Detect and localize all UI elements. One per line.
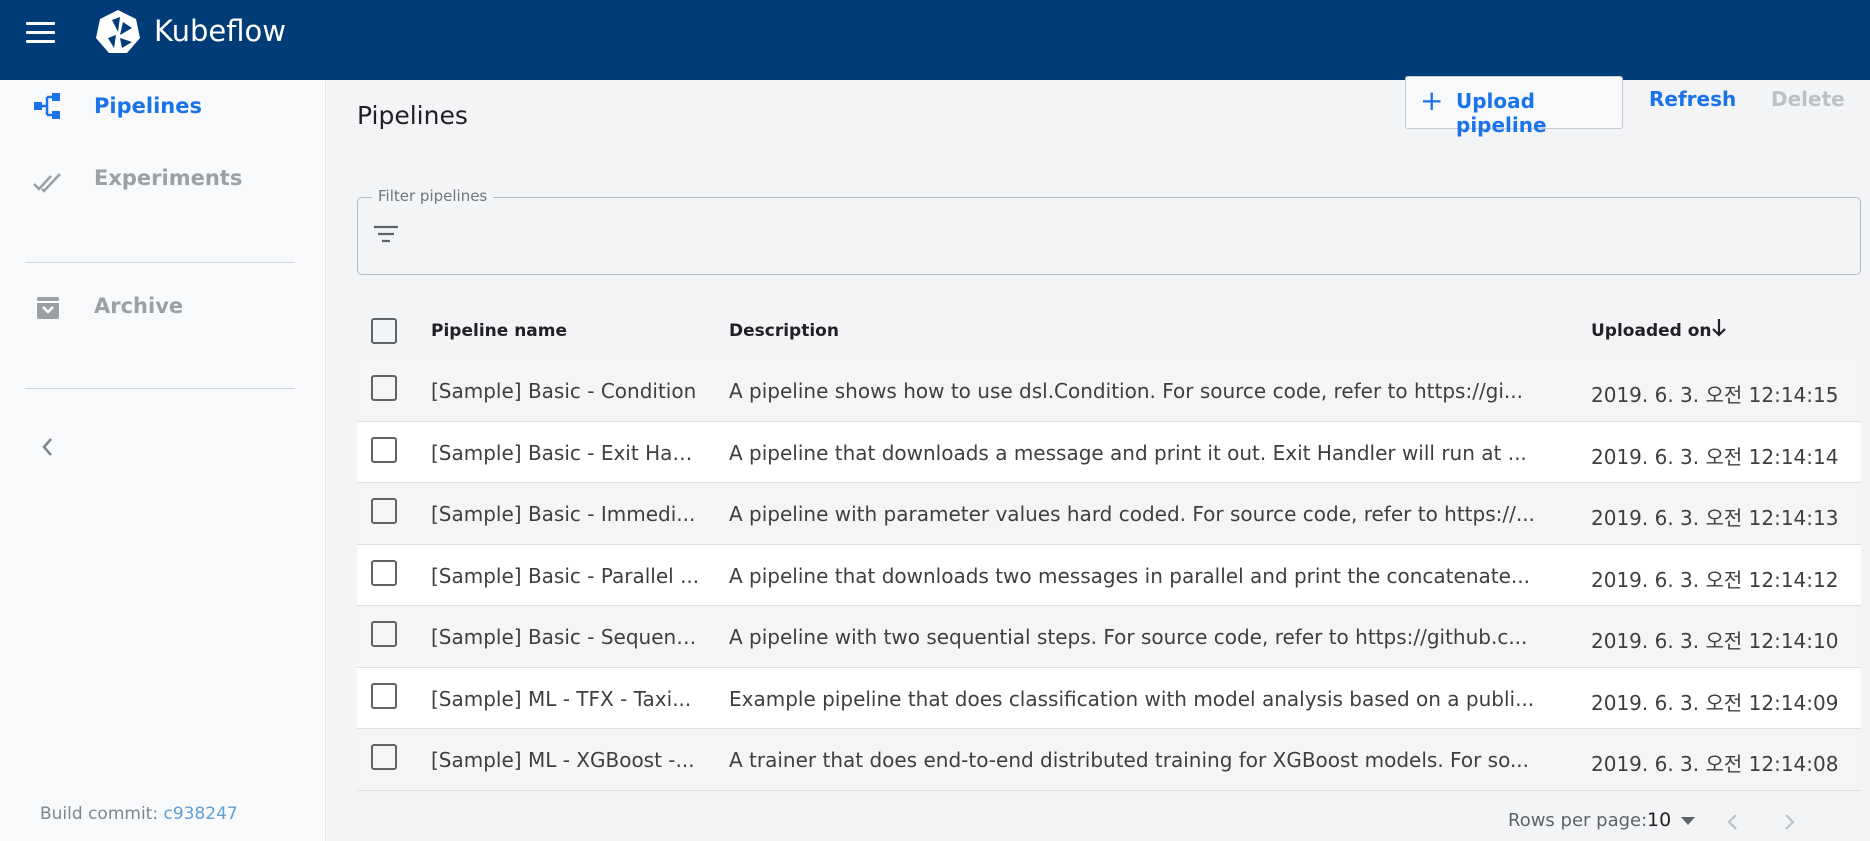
build-commit-link[interactable]: c938247 xyxy=(163,804,237,824)
description-cell: A pipeline with parameter values hard co… xyxy=(729,502,1535,526)
pipeline-name-cell[interactable]: [Sample] Basic - Condition xyxy=(431,379,703,403)
filter-pipelines-field[interactable]: Filter pipelines xyxy=(357,187,1861,275)
pipeline-name-cell[interactable]: [Sample] Basic - Exit Han... xyxy=(431,441,703,465)
pipeline-name-cell[interactable]: [Sample] ML - XGBoost -... xyxy=(431,748,703,772)
pipelines-table: Pipeline name Description Uploaded on [S… xyxy=(357,298,1861,791)
pipeline-name-cell[interactable]: [Sample] Basic - Parallel ... xyxy=(431,564,703,588)
description-cell: A pipeline that downloads two messages i… xyxy=(729,563,1530,588)
row-checkbox[interactable] xyxy=(371,559,397,586)
next-page-icon[interactable] xyxy=(1778,811,1800,833)
filter-icon xyxy=(374,225,398,243)
pagination: Rows per page: 10 xyxy=(1508,807,1868,837)
row-checkbox[interactable] xyxy=(371,621,397,647)
upload-pipeline-button[interactable]: + Upload pipeline xyxy=(1405,76,1623,137)
table-row[interactable]: [Sample] Basic - Sequent... A pipeline wi… xyxy=(357,606,1861,668)
sidebar-divider xyxy=(25,388,295,389)
experiments-icon xyxy=(33,173,61,193)
table-row[interactable]: [Sample] ML - TFX - Taxi... Example pipel… xyxy=(357,667,1861,729)
sidebar-item-experiments[interactable]: Experiments xyxy=(0,162,326,232)
uploaded-on-cell: 2019. 6. 3. 오전 12:14:14 xyxy=(1591,444,1839,469)
description-cell: A pipeline shows how to use dsl.Conditio… xyxy=(729,379,1524,403)
column-header-name[interactable]: Pipeline name xyxy=(431,321,567,341)
uploaded-on-cell: 2019. 6. 3. 오전 12:14:12 xyxy=(1591,567,1839,592)
sidebar-divider xyxy=(25,262,295,263)
uploaded-on-cell: 2019. 6. 3. 오전 12:14:09 xyxy=(1591,690,1839,715)
table-header: Pipeline name Description Uploaded on xyxy=(357,298,1861,360)
table-row[interactable]: [Sample] Basic - Exit Han... A pipeline t… xyxy=(357,421,1861,483)
row-checkbox[interactable] xyxy=(371,498,397,524)
menu-icon[interactable] xyxy=(26,22,56,46)
plus-icon: + xyxy=(1420,84,1444,117)
previous-page-icon[interactable] xyxy=(1722,811,1744,833)
archive-icon xyxy=(37,297,59,319)
kubeflow-logo-icon xyxy=(96,10,140,53)
rows-per-page-select[interactable]: 10 xyxy=(1647,809,1671,831)
uploaded-on-cell: 2019. 6. 3. 오전 12:14:10 xyxy=(1591,629,1839,653)
sidebar-item-label: Pipelines xyxy=(94,94,202,118)
row-checkbox[interactable] xyxy=(371,682,397,709)
table-row[interactable]: [Sample] Basic - Immedi... A pipeline wit… xyxy=(357,483,1861,545)
filter-label: Filter pipelines xyxy=(372,187,494,205)
row-checkbox[interactable] xyxy=(371,744,397,770)
filter-input[interactable] xyxy=(414,216,1814,252)
app-title[interactable]: Kubeflow xyxy=(154,14,286,48)
column-header-uploaded[interactable]: Uploaded on xyxy=(1591,321,1712,341)
top-app-bar: Kubeflow xyxy=(0,0,1870,80)
column-header-description[interactable]: Description xyxy=(729,321,839,341)
description-cell: A trainer that does end-to-end distribut… xyxy=(729,748,1530,772)
description-cell: Example pipeline that does classificatio… xyxy=(729,686,1535,711)
table-body: [Sample] Basic - Condition A pipeline sho… xyxy=(357,360,1861,791)
pipeline-name-cell[interactable]: [Sample] Basic - Sequent... xyxy=(431,625,703,649)
dropdown-caret-icon[interactable] xyxy=(1680,815,1696,827)
refresh-button[interactable]: Refresh xyxy=(1649,87,1736,111)
build-commit: Build commit: c938247 xyxy=(40,804,238,824)
sidebar: Pipelines Experiments Archive Build comm… xyxy=(0,80,326,841)
select-all-checkbox[interactable] xyxy=(371,318,397,344)
uploaded-on-cell: 2019. 6. 3. 오전 12:14:13 xyxy=(1591,506,1839,530)
table-row[interactable]: [Sample] Basic - Condition A pipeline sho… xyxy=(357,360,1861,422)
sidebar-item-label: Archive xyxy=(94,294,184,318)
sidebar-item-pipelines[interactable]: Pipelines xyxy=(0,76,326,146)
build-commit-label: Build commit: xyxy=(40,804,159,824)
page-title: Pipelines xyxy=(357,101,468,130)
description-cell: A pipeline that downloads a message and … xyxy=(729,440,1527,465)
sidebar-item-label: Experiments xyxy=(94,166,243,190)
row-checkbox[interactable] xyxy=(371,375,397,401)
chevron-left-icon[interactable] xyxy=(33,432,63,462)
pipeline-name-cell[interactable]: [Sample] ML - TFX - Taxi... xyxy=(431,687,703,711)
rows-per-page-label: Rows per page: xyxy=(1508,810,1648,831)
uploaded-on-cell: 2019. 6. 3. 오전 12:14:08 xyxy=(1591,752,1839,776)
table-row[interactable]: [Sample] ML - XGBoost -... A trainer that… xyxy=(357,729,1861,791)
main-content: Pipelines + Upload pipeline Refresh Dele… xyxy=(327,76,1870,841)
delete-button[interactable]: Delete xyxy=(1771,87,1845,111)
sidebar-item-archive[interactable]: Archive xyxy=(0,288,326,358)
upload-pipeline-label: Upload pipeline xyxy=(1456,89,1547,137)
pipeline-name-cell[interactable]: [Sample] Basic - Immedi... xyxy=(431,502,703,526)
pipelines-icon xyxy=(34,93,60,119)
row-checkbox[interactable] xyxy=(371,436,397,463)
description-cell: A pipeline with two sequential steps. Fo… xyxy=(729,625,1528,649)
table-row[interactable]: [Sample] Basic - Parallel ... A pipeline … xyxy=(357,544,1861,606)
uploaded-on-cell: 2019. 6. 3. 오전 12:14:15 xyxy=(1591,383,1839,407)
sort-descending-icon[interactable] xyxy=(1709,316,1729,340)
